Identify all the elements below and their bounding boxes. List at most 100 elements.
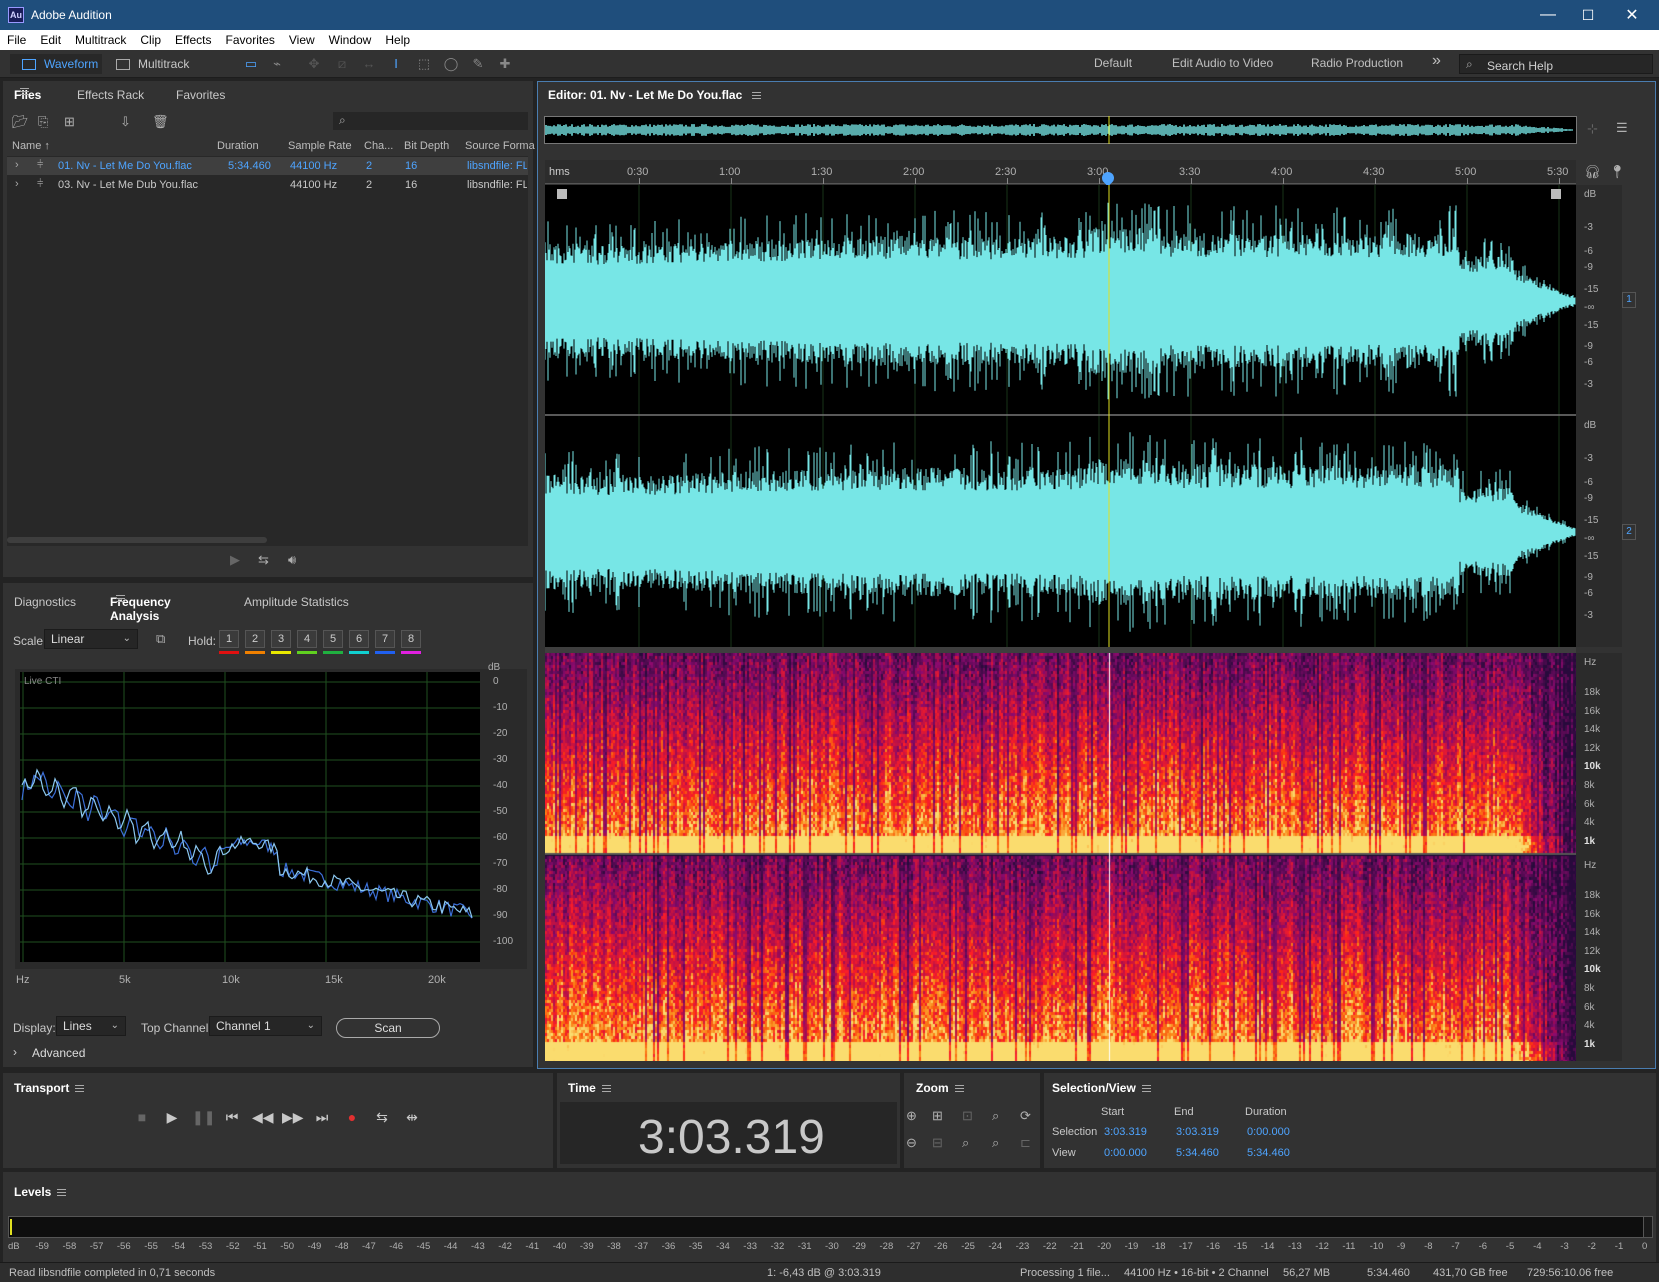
column-name[interactable]: Name ↑	[12, 140, 50, 152]
tab-amplitude-statistics[interactable]: Amplitude Statistics	[244, 595, 349, 609]
hold-button-2[interactable]: 2	[245, 630, 265, 648]
move-tool-icon[interactable]: ✥	[305, 56, 323, 72]
time-ruler[interactable]	[545, 160, 1576, 184]
pin-icon[interactable]: 📍︎	[1609, 164, 1626, 180]
workspace-edit-audio-to-video[interactable]: Edit Audio to Video	[1172, 56, 1273, 70]
lasso-tool-icon[interactable]: ◯	[442, 56, 460, 72]
hold-button-7[interactable]: 7	[375, 630, 395, 648]
top-channel-select[interactable]: Channel 1 ⌄	[209, 1016, 322, 1036]
tab-effects-rack[interactable]: Effects Rack	[77, 88, 144, 102]
waveform-display[interactable]	[545, 185, 1576, 647]
multitrack-view-button[interactable]: Multitrack	[112, 54, 208, 74]
autoplay-icon[interactable]: 🔊︎	[288, 552, 296, 568]
menu-file[interactable]: File	[0, 33, 33, 47]
hold-button-1[interactable]: 1	[219, 630, 239, 648]
spot-healing-tool-icon[interactable]: ✚	[496, 56, 514, 72]
menu-favorites[interactable]: Favorites	[219, 33, 282, 47]
workspace-radio-production[interactable]: Radio Production	[1311, 56, 1403, 70]
new-file-icon[interactable]: ⊞	[64, 114, 75, 130]
skip-to-end-icon[interactable]: ⏭︎	[312, 1107, 332, 1127]
hold-button-3[interactable]: 3	[271, 630, 291, 648]
column-channels[interactable]: Cha...	[364, 140, 393, 152]
channel-1-toggle[interactable]: 1	[1622, 292, 1636, 308]
fade-in-handle[interactable]	[558, 189, 568, 199]
zoom-to-selection-icon[interactable]: ⊏	[1020, 1135, 1031, 1151]
table-row[interactable]: › ⫩ 03. Nv - Let Me Dub You.flac 44100 H…	[7, 176, 528, 194]
menu-multitrack[interactable]: Multitrack	[68, 33, 133, 47]
file-search-input[interactable]: ⌕	[333, 112, 528, 130]
zoom-out-amplitude-icon[interactable]: ⊖	[906, 1135, 917, 1151]
hold-button-4[interactable]: 4	[297, 630, 317, 648]
column-sample-rate[interactable]: Sample Rate	[288, 140, 352, 152]
display-select[interactable]: Lines ⌄	[56, 1016, 126, 1036]
scale-select[interactable]: Linear ⌄	[44, 629, 138, 649]
channel-map-icon[interactable]: ☰	[1616, 120, 1628, 136]
workspace-default[interactable]: Default	[1094, 56, 1132, 70]
pause-icon[interactable]: ❚❚	[192, 1107, 215, 1127]
zoom-out-time-icon[interactable]: ⊟	[932, 1135, 943, 1151]
spectral-display[interactable]	[545, 653, 1576, 1061]
skip-selection-icon[interactable]: ⇹	[402, 1107, 422, 1127]
close-button[interactable]: ✕	[1609, 0, 1655, 30]
expand-icon[interactable]: ›	[13, 1045, 17, 1059]
zoom-navigator-icon[interactable]: ⊹	[1587, 121, 1598, 137]
expand-icon[interactable]: ›	[15, 159, 19, 171]
marquee-tool-icon[interactable]: ⬚	[415, 56, 433, 72]
hold-button-5[interactable]: 5	[323, 630, 343, 648]
scan-button[interactable]: Scan	[336, 1018, 440, 1038]
view-start[interactable]: 0:00.000	[1104, 1147, 1147, 1159]
horizontal-scrollbar[interactable]	[7, 537, 267, 543]
column-bit-depth[interactable]: Bit Depth	[404, 140, 449, 152]
waveform-view-button[interactable]: Waveform	[10, 54, 102, 74]
zoom-selection-icon[interactable]: ⊡	[962, 1108, 973, 1124]
view-duration[interactable]: 5:34.460	[1247, 1147, 1290, 1159]
search-help-field[interactable]: ⌕ Search Help	[1459, 54, 1653, 74]
menu-view[interactable]: View	[282, 33, 322, 47]
hold-button-8[interactable]: 8	[401, 630, 421, 648]
hold-options-icon[interactable]: ⧉	[156, 631, 165, 647]
selection-start[interactable]: 3:03.319	[1104, 1126, 1147, 1138]
selection-end[interactable]: 3:03.319	[1176, 1126, 1219, 1138]
headphones-icon[interactable]: 🎧︎	[1584, 164, 1601, 180]
zoom-out-left-icon[interactable]: ⌕	[962, 1135, 969, 1151]
delete-file-icon[interactable]: 🗑︎	[152, 114, 169, 130]
razor-tool-icon[interactable]: ⧄	[333, 56, 351, 72]
pitch-display-icon[interactable]: ⌁	[268, 56, 286, 72]
channel-2-toggle[interactable]: 2	[1622, 524, 1636, 540]
table-row[interactable]: › ⫩ 01. Nv - Let Me Do You.flac 5:34.460…	[7, 157, 528, 175]
stop-icon[interactable]: ■	[132, 1107, 152, 1127]
menu-edit[interactable]: Edit	[33, 33, 68, 47]
clip-indicator[interactable]	[1643, 1216, 1653, 1238]
play-icon[interactable]: ▶	[162, 1107, 182, 1127]
loop-preview-icon[interactable]: ⇆	[258, 552, 269, 568]
tab-favorites[interactable]: Favorites	[176, 88, 225, 102]
hold-button-6[interactable]: 6	[349, 630, 369, 648]
brush-tool-icon[interactable]: ✎	[469, 56, 487, 72]
zoom-in-time-icon[interactable]: ⊞	[932, 1108, 943, 1124]
advanced-toggle[interactable]: Advanced	[32, 1046, 85, 1060]
workspace-more-button[interactable]: »	[1432, 52, 1441, 70]
zoom-in-amplitude-icon[interactable]: ⊕	[906, 1108, 917, 1124]
insert-into-multitrack-icon[interactable]: ⇩	[120, 114, 131, 130]
menu-window[interactable]: Window	[322, 33, 379, 47]
slip-tool-icon[interactable]: ↔	[360, 56, 378, 72]
zoom-out-full-icon[interactable]: ⌕	[992, 1135, 999, 1151]
view-end[interactable]: 5:34.460	[1176, 1147, 1219, 1159]
menu-help[interactable]: Help	[378, 33, 417, 47]
tab-diagnostics[interactable]: Diagnostics	[14, 595, 76, 609]
import-file-icon[interactable]: ⎘	[38, 114, 48, 130]
rewind-icon[interactable]: ◀◀	[252, 1107, 274, 1127]
loop-playback-icon[interactable]: ⇆	[372, 1107, 392, 1127]
zoom-in-point-icon[interactable]: ⌕	[992, 1108, 999, 1124]
spectral-display-icon[interactable]: ▭	[242, 56, 260, 72]
time-selection-tool-icon[interactable]: I	[387, 56, 405, 72]
column-source-format[interactable]: Source Forma	[465, 140, 535, 152]
play-preview-icon[interactable]: ▶	[230, 552, 240, 568]
overview-waveform[interactable]	[544, 116, 1577, 144]
menu-effects[interactable]: Effects	[168, 33, 218, 47]
column-duration[interactable]: Duration	[217, 140, 259, 152]
maximize-button[interactable]: ☐	[1565, 0, 1611, 30]
record-icon[interactable]: ●	[342, 1107, 362, 1127]
fast-forward-icon[interactable]: ▶▶	[282, 1107, 304, 1127]
skip-to-start-icon[interactable]: ⏮︎	[222, 1107, 242, 1127]
